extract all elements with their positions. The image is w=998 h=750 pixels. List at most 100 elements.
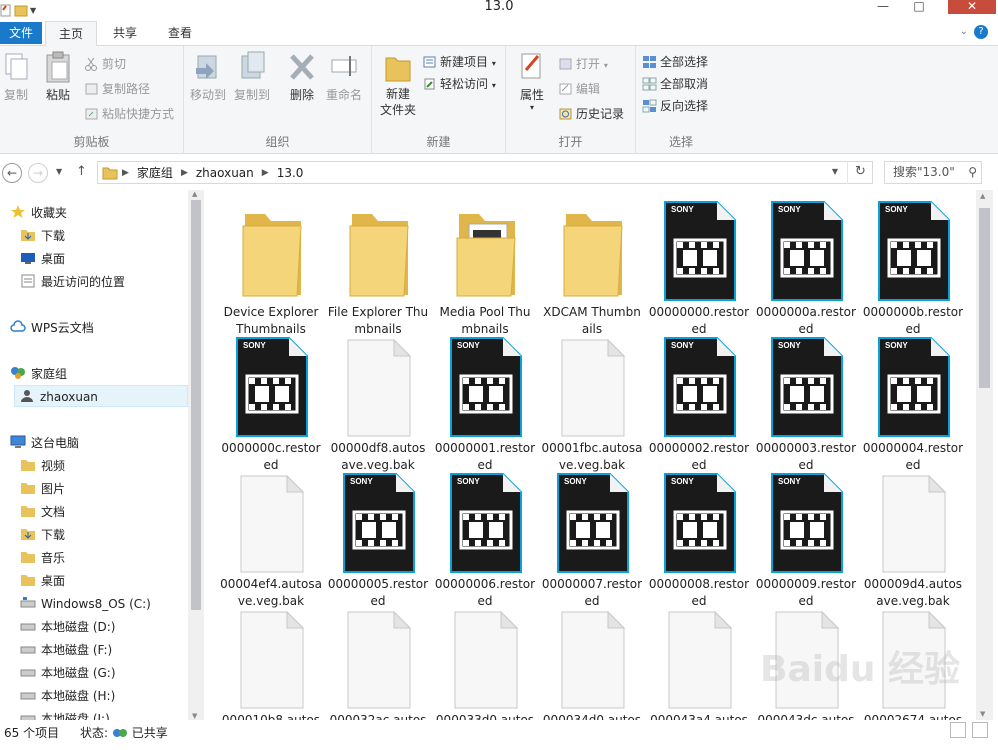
- move-to-button[interactable]: 移动到: [186, 50, 230, 103]
- address-bar[interactable]: ▶ 家庭组 ▶ zhaoxuan ▶ 13.0 ▼: [97, 161, 873, 184]
- file-item[interactable]: SONY 00000002.restored: [648, 334, 750, 474]
- file-item[interactable]: SONY 00000006.restored: [434, 470, 536, 610]
- easy-access-button[interactable]: 轻松访问 ▾: [420, 74, 496, 94]
- minimize-icon[interactable]: —: [868, 0, 898, 14]
- file-item[interactable]: SONY 00000009.restored: [755, 470, 857, 610]
- details-view-icon[interactable]: [950, 722, 966, 738]
- folder-item[interactable]: Device Explorer Thumbnails: [220, 198, 322, 338]
- file-item[interactable]: 000032ac.autos: [327, 606, 429, 720]
- back-icon[interactable]: ←: [2, 163, 22, 183]
- nav-homegroup[interactable]: 家庭组: [10, 363, 67, 385]
- tab-share[interactable]: 共享: [103, 21, 147, 46]
- paste-button[interactable]: 粘贴: [36, 50, 80, 103]
- close-icon[interactable]: ✕: [948, 0, 996, 14]
- properties-button[interactable]: 属性 ▾: [510, 50, 554, 112]
- nav-wps-cloud[interactable]: WPS云文档: [10, 317, 94, 339]
- nav-pc-downloads[interactable]: 下载: [20, 524, 65, 546]
- file-item[interactable]: SONY 00000003.restored: [755, 334, 857, 474]
- copy-path-button[interactable]: 复制路径: [82, 79, 150, 99]
- file-item[interactable]: SONY 0000000b.restored: [862, 198, 964, 338]
- file-item[interactable]: SONY 00000004.restored: [862, 334, 964, 474]
- file-item[interactable]: 000043a4.autos: [648, 606, 750, 720]
- file-item[interactable]: 000010b8.autos: [220, 606, 322, 720]
- file-item[interactable]: SONY 00000005.restored: [327, 470, 429, 610]
- breadcrumb-homegroup[interactable]: 家庭组: [133, 164, 177, 181]
- tab-file[interactable]: 文件: [0, 22, 42, 44]
- file-item[interactable]: 00004ef4.autosave.veg.bak: [220, 470, 322, 610]
- rename-button[interactable]: 重命名: [322, 50, 366, 103]
- file-item[interactable]: SONY 00000000.restored: [648, 198, 750, 338]
- breadcrumb-current[interactable]: 13.0: [273, 166, 308, 180]
- nav-user-zhaoxuan[interactable]: zhaoxuan: [14, 385, 188, 407]
- folder-item[interactable]: XDCAM Thumbnails: [541, 198, 643, 338]
- nav-drive-f[interactable]: 本地磁盘 (F:): [20, 639, 112, 661]
- delete-button[interactable]: 删除: [280, 50, 324, 103]
- nav-favorites[interactable]: 收藏夹: [10, 202, 67, 224]
- file-item[interactable]: SONY 0000000c.restored: [220, 334, 322, 474]
- nav-recent[interactable]: 最近访问的位置: [20, 271, 125, 293]
- scroll-down-icon[interactable]: ▼: [980, 710, 985, 718]
- nav-drive-c[interactable]: Windows8_OS (C:): [20, 593, 151, 615]
- breadcrumb-separator-icon[interactable]: ▶: [258, 168, 273, 178]
- up-icon[interactable]: ↑: [76, 164, 87, 179]
- properties-dropdown-icon[interactable]: ▾: [510, 103, 554, 112]
- nav-scroll-thumb[interactable]: [191, 200, 201, 610]
- nav-downloads[interactable]: 下载: [20, 225, 65, 247]
- breadcrumb-separator-icon[interactable]: ▶: [177, 168, 192, 178]
- cut-button[interactable]: 剪切: [82, 54, 126, 74]
- search-icon[interactable]: ⚲: [968, 162, 977, 183]
- file-item[interactable]: SONY 00000001.restored: [434, 334, 536, 474]
- file-item[interactable]: 000009d4.autosave.veg.bak: [862, 470, 964, 610]
- large-icons-view-icon[interactable]: [972, 722, 988, 738]
- scroll-up-icon[interactable]: ▲: [192, 190, 197, 198]
- refresh-icon[interactable]: ↻: [847, 161, 873, 184]
- nav-drive-h[interactable]: 本地磁盘 (H:): [20, 685, 115, 707]
- recent-locations-icon[interactable]: ▼: [56, 167, 62, 176]
- copy-to-button[interactable]: 复制到: [230, 50, 274, 103]
- file-item[interactable]: SONY 00000008.restored: [648, 470, 750, 610]
- edit-button[interactable]: 编辑: [556, 79, 600, 99]
- copy-button[interactable]: 复制: [0, 50, 38, 103]
- nav-this-pc[interactable]: 这台电脑: [10, 432, 79, 454]
- file-item[interactable]: 00000df8.autosave.veg.bak: [327, 334, 429, 474]
- nav-desktop[interactable]: 桌面: [20, 248, 65, 270]
- scroll-down-icon[interactable]: ▼: [192, 712, 197, 720]
- tab-home[interactable]: 主页: [45, 21, 97, 47]
- maximize-icon[interactable]: □: [904, 0, 934, 14]
- scroll-up-icon[interactable]: ▲: [980, 192, 985, 200]
- search-input[interactable]: 搜索"13.0" ⚲: [884, 161, 982, 184]
- open-button[interactable]: 打开 ▾: [556, 54, 608, 74]
- file-item[interactable]: 000034d0.autos: [541, 606, 643, 720]
- forward-icon[interactable]: →: [28, 163, 48, 183]
- breadcrumb-user[interactable]: zhaoxuan: [192, 166, 258, 180]
- address-dropdown-icon[interactable]: ▼: [832, 167, 838, 176]
- nav-drive-g[interactable]: 本地磁盘 (G:): [20, 662, 116, 684]
- invert-selection-button[interactable]: 反向选择: [640, 96, 708, 116]
- nav-pc-desktop[interactable]: 桌面: [20, 570, 65, 592]
- content-scrollbar[interactable]: ▲ ▼: [976, 190, 993, 720]
- select-none-button[interactable]: 全部取消: [640, 74, 708, 94]
- new-item-button[interactable]: 新建项目 ▾: [420, 52, 496, 72]
- file-item[interactable]: SONY 00000007.restored: [541, 470, 643, 610]
- select-all-button[interactable]: 全部选择: [640, 52, 708, 72]
- nav-documents[interactable]: 文档: [20, 501, 65, 523]
- new-folder-button[interactable]: 新建 文件夹: [374, 50, 422, 118]
- content-scroll-thumb[interactable]: [979, 208, 990, 388]
- nav-pictures[interactable]: 图片: [20, 478, 65, 500]
- nav-music[interactable]: 音乐: [20, 547, 65, 569]
- file-item[interactable]: SONY 0000000a.restored: [755, 198, 857, 338]
- help-icon[interactable]: ?: [974, 25, 988, 39]
- nav-drive-i[interactable]: 本地磁盘 (I:): [20, 708, 110, 720]
- paste-shortcut-button[interactable]: 粘贴快捷方式: [82, 104, 174, 124]
- file-item[interactable]: 000033d0.autos: [434, 606, 536, 720]
- nav-videos[interactable]: 视频: [20, 455, 65, 477]
- ribbon-expand-icon[interactable]: ⌄: [960, 26, 968, 37]
- tab-view[interactable]: 查看: [158, 21, 202, 46]
- folder-item[interactable]: File Explorer Thumbnails: [327, 198, 429, 338]
- nav-scrollbar[interactable]: ▲ ▼: [188, 190, 204, 720]
- nav-drive-d[interactable]: 本地磁盘 (D:): [20, 616, 115, 638]
- history-button[interactable]: 历史记录: [556, 104, 624, 124]
- file-item[interactable]: 00001fbc.autosave.veg.bak: [541, 334, 643, 474]
- breadcrumb-separator-icon[interactable]: ▶: [118, 168, 133, 178]
- folder-item[interactable]: Media Pool Thumbnails: [434, 198, 536, 338]
